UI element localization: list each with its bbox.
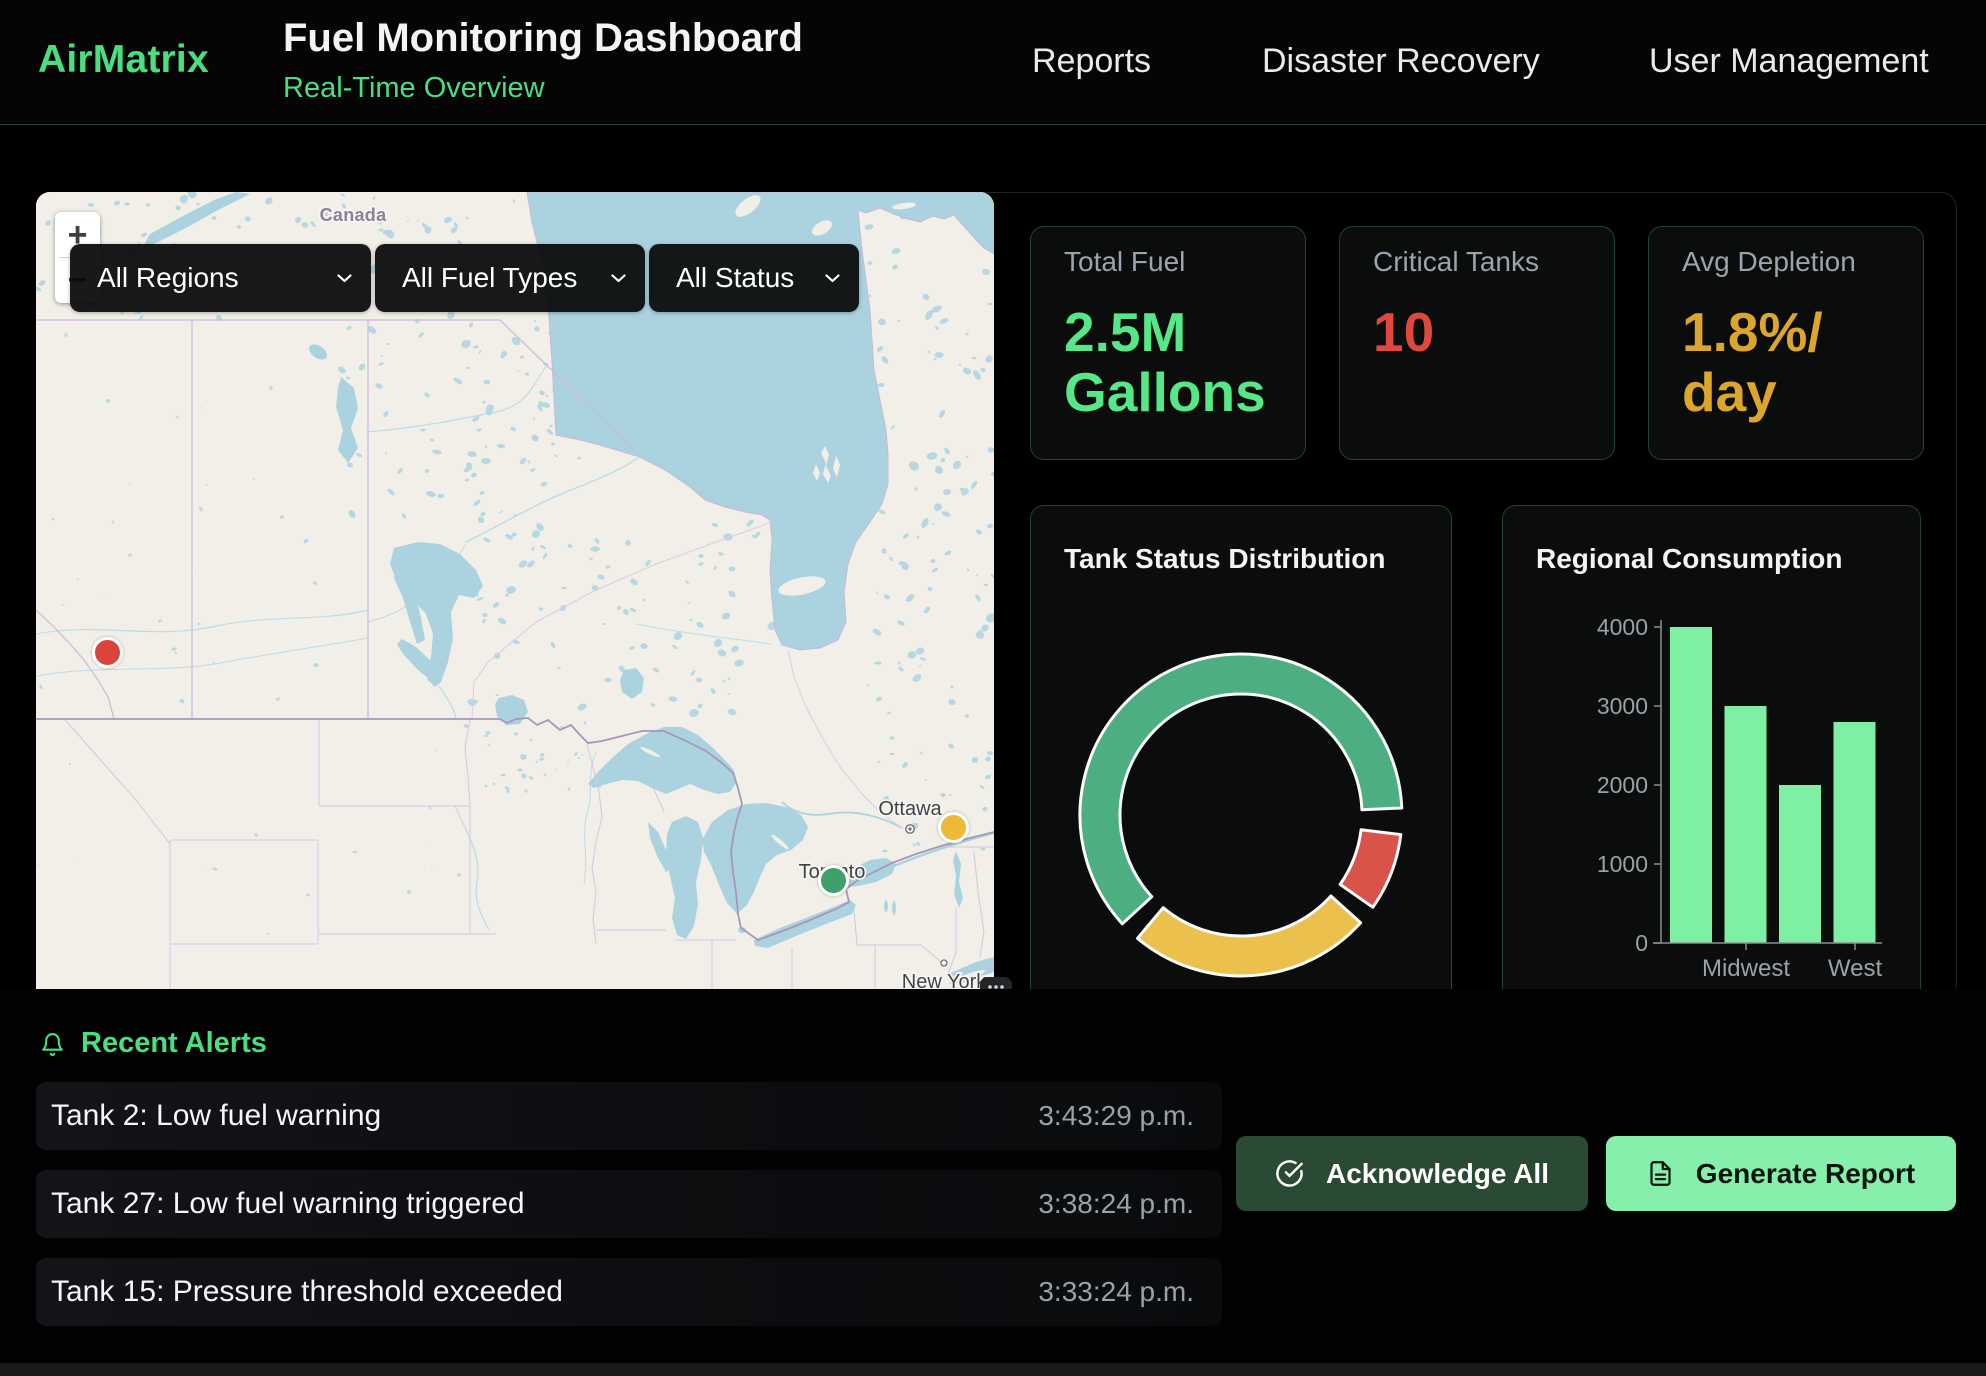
svg-text:Canada: Canada <box>320 205 388 225</box>
svg-text:4000: 4000 <box>1597 614 1648 640</box>
svg-text:Midwest: Midwest <box>1702 955 1790 982</box>
svg-text:1000: 1000 <box>1597 851 1648 877</box>
svg-text:2000: 2000 <box>1597 772 1648 798</box>
svg-text:West: West <box>1828 955 1883 982</box>
svg-text:3000: 3000 <box>1597 693 1648 719</box>
svg-text:Ottawa: Ottawa <box>878 798 942 820</box>
svg-text:0: 0 <box>1635 930 1648 956</box>
svg-text:New York: New York <box>902 971 987 989</box>
